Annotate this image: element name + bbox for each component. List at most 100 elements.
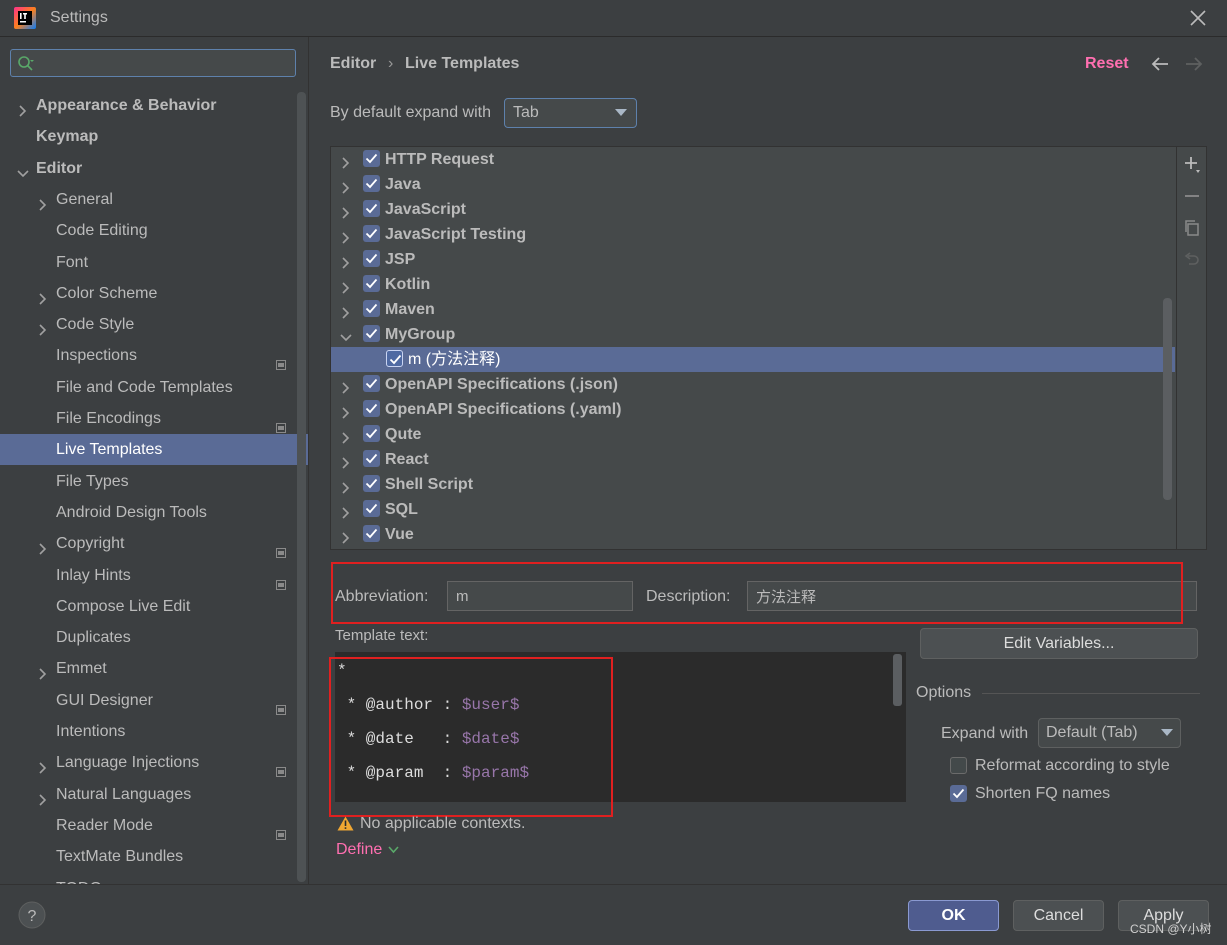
template-group[interactable]: JavaScript Testing <box>331 222 1175 247</box>
chevron-right-icon[interactable] <box>339 453 352 469</box>
template-group[interactable]: JSP <box>331 247 1175 272</box>
sidebar-item-gui-designer[interactable]: GUI Designer <box>0 685 308 716</box>
sidebar-item-emmet[interactable]: Emmet <box>0 653 308 684</box>
sidebar-item-inlay-hints[interactable]: Inlay Hints <box>0 560 308 591</box>
sidebar-scrollbar[interactable] <box>297 92 306 882</box>
ok-button[interactable]: OK <box>908 900 999 931</box>
sidebar-item-live-templates[interactable]: Live Templates <box>0 434 308 466</box>
template-group[interactable]: JavaScript <box>331 197 1175 222</box>
breadcrumb-parent[interactable]: Editor <box>330 55 376 73</box>
shorten-fq-names-label[interactable]: Shorten FQ names <box>975 785 1110 803</box>
sidebar-item-appearance-behavior[interactable]: Appearance & Behavior <box>0 90 308 121</box>
template-checkbox[interactable] <box>363 400 380 417</box>
chevron-right-icon[interactable] <box>339 528 352 544</box>
template-group[interactable]: Kotlin <box>331 272 1175 297</box>
chevron-right-icon[interactable] <box>16 98 30 117</box>
template-checkbox[interactable] <box>363 175 380 192</box>
chevron-right-icon[interactable] <box>36 755 50 774</box>
template-group[interactable]: HTTP Request <box>331 147 1175 172</box>
template-checkbox[interactable] <box>363 200 380 217</box>
sidebar-item-color-scheme[interactable]: Color Scheme <box>0 278 308 309</box>
back-arrow-icon[interactable] <box>1150 55 1170 73</box>
reset-link[interactable]: Reset <box>1085 55 1129 73</box>
template-group[interactable]: OpenAPI Specifications (.yaml) <box>331 397 1175 422</box>
cancel-button[interactable]: Cancel <box>1013 900 1104 931</box>
reformat-label[interactable]: Reformat according to style <box>975 757 1170 775</box>
sidebar-item-intentions[interactable]: Intentions <box>0 716 308 747</box>
template-group[interactable]: Shell Script <box>331 472 1175 497</box>
settings-search-input[interactable] <box>10 49 296 77</box>
template-item[interactable]: m (方法注释) <box>331 347 1175 372</box>
template-group[interactable]: Qute <box>331 422 1175 447</box>
default-expand-select[interactable]: Tab <box>504 98 637 128</box>
shorten-fq-names-checkbox[interactable] <box>950 785 967 802</box>
edit-variables-button[interactable]: Edit Variables... <box>920 628 1198 659</box>
sidebar-item-file-types[interactable]: File Types <box>0 466 308 497</box>
description-input[interactable] <box>747 581 1197 611</box>
chevron-right-icon[interactable] <box>36 536 50 555</box>
template-checkbox[interactable] <box>363 150 380 167</box>
template-group[interactable]: Java <box>331 172 1175 197</box>
sidebar-item-general[interactable]: General <box>0 184 308 215</box>
chevron-right-icon[interactable] <box>339 278 352 294</box>
restore-icon[interactable] <box>1183 251 1201 269</box>
template-checkbox[interactable] <box>386 350 403 367</box>
chevron-right-icon[interactable] <box>36 317 50 336</box>
sidebar-item-file-and-code-templates[interactable]: File and Code Templates <box>0 372 308 403</box>
chevron-right-icon[interactable] <box>36 661 50 680</box>
template-group[interactable]: React <box>331 447 1175 472</box>
template-checkbox[interactable] <box>363 275 380 292</box>
sidebar-item-compose-live-edit[interactable]: Compose Live Edit <box>0 591 308 622</box>
define-context-link[interactable]: Define <box>336 841 382 859</box>
chevron-right-icon[interactable] <box>36 787 50 806</box>
chevron-right-icon[interactable] <box>339 403 352 419</box>
expand-with-select[interactable]: Default (Tab) <box>1038 718 1181 748</box>
template-checkbox[interactable] <box>363 250 380 267</box>
template-checkbox[interactable] <box>363 500 380 517</box>
chevron-down-icon[interactable] <box>339 328 352 342</box>
sidebar-item-language-injections[interactable]: Language Injections <box>0 747 308 778</box>
sidebar-item-reader-mode[interactable]: Reader Mode <box>0 810 308 841</box>
chevron-right-icon[interactable] <box>36 192 50 211</box>
sidebar-item-code-style[interactable]: Code Style <box>0 309 308 340</box>
sidebar-item-editor[interactable]: Editor <box>0 153 308 184</box>
template-group[interactable]: OpenAPI Specifications (.json) <box>331 372 1175 397</box>
sidebar-item-textmate-bundles[interactable]: TextMate Bundles <box>0 841 308 872</box>
template-checkbox[interactable] <box>363 300 380 317</box>
chevron-right-icon[interactable] <box>339 378 352 394</box>
sidebar-item-file-encodings[interactable]: File Encodings <box>0 403 308 434</box>
reformat-checkbox[interactable] <box>950 757 967 774</box>
chevron-down-icon[interactable] <box>16 161 30 177</box>
template-group[interactable]: Vue <box>331 522 1175 547</box>
chevron-right-icon[interactable] <box>339 203 352 219</box>
sidebar-item-copyright[interactable]: Copyright <box>0 528 308 559</box>
template-checkbox[interactable] <box>363 225 380 242</box>
chevron-right-icon[interactable] <box>339 428 352 444</box>
chevron-down-icon[interactable] <box>388 845 399 854</box>
copy-icon[interactable] <box>1183 219 1201 237</box>
chevron-right-icon[interactable] <box>339 178 352 194</box>
sidebar-item-natural-languages[interactable]: Natural Languages <box>0 779 308 810</box>
template-checkbox[interactable] <box>363 475 380 492</box>
sidebar-item-duplicates[interactable]: Duplicates <box>0 622 308 653</box>
remove-icon[interactable] <box>1183 187 1201 205</box>
close-icon[interactable] <box>1188 8 1208 28</box>
chevron-right-icon[interactable] <box>339 303 352 319</box>
help-icon[interactable]: ? <box>18 901 46 929</box>
sidebar-item-keymap[interactable]: Keymap <box>0 121 308 152</box>
sidebar-item-android-design-tools[interactable]: Android Design Tools <box>0 497 308 528</box>
sidebar-item-todo[interactable]: TODO <box>0 873 308 885</box>
chevron-right-icon[interactable] <box>339 478 352 494</box>
template-checkbox[interactable] <box>363 325 380 342</box>
template-group[interactable]: SQL <box>331 497 1175 522</box>
template-checkbox[interactable] <box>363 525 380 542</box>
template-checkbox[interactable] <box>363 450 380 467</box>
template-group[interactable]: Maven <box>331 297 1175 322</box>
chevron-right-icon[interactable] <box>339 153 352 169</box>
chevron-right-icon[interactable] <box>339 253 352 269</box>
sidebar-item-inspections[interactable]: Inspections <box>0 340 308 371</box>
abbreviation-input[interactable] <box>447 581 633 611</box>
template-checkbox[interactable] <box>363 425 380 442</box>
add-icon[interactable] <box>1183 155 1201 173</box>
sidebar-item-code-editing[interactable]: Code Editing <box>0 215 308 246</box>
